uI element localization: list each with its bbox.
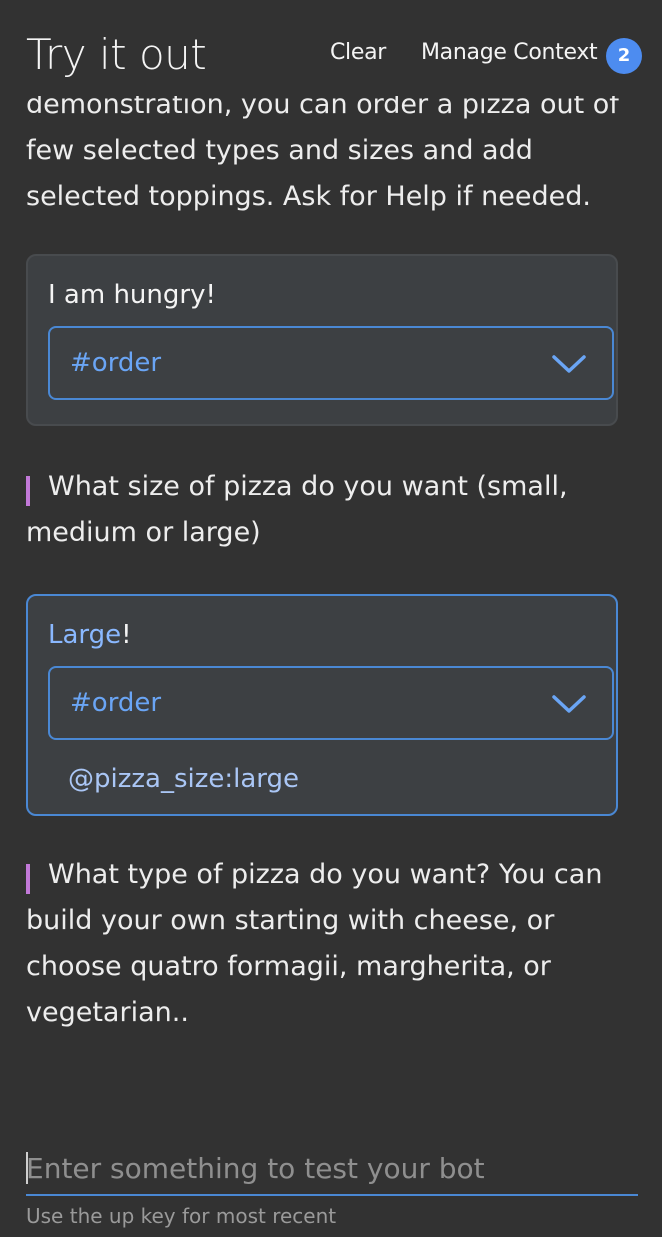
bot-message: What type of pizza do you want? You can … bbox=[26, 852, 636, 1036]
clear-button[interactable]: Clear bbox=[330, 40, 386, 65]
test-bot-input[interactable] bbox=[26, 1146, 638, 1190]
bot-message-marker bbox=[26, 864, 30, 894]
intro-text: demonstration, you can order a pizza out… bbox=[26, 89, 619, 212]
input-hint: Use the up key for most recent bbox=[26, 1204, 337, 1228]
panel-title: Try it out bbox=[26, 30, 207, 79]
manage-context-button[interactable]: Manage Context bbox=[421, 40, 598, 65]
panel-header: Try it out Clear Manage Context 2 bbox=[0, 0, 662, 96]
context-count-badge[interactable]: 2 bbox=[606, 38, 642, 74]
test-input-wrapper bbox=[26, 1146, 638, 1196]
bot-message: What size of pizza do you want (small, m… bbox=[26, 464, 636, 556]
intent-select[interactable]: #order bbox=[48, 326, 614, 400]
bot-message-text: What size of pizza do you want (small, m… bbox=[26, 471, 568, 548]
entity-highlight[interactable]: Large bbox=[48, 620, 121, 650]
text-cursor bbox=[26, 1152, 28, 1184]
user-message-card-selected[interactable]: Large! #order @pizza_size:large bbox=[26, 594, 618, 816]
intent-value: #order bbox=[70, 688, 162, 718]
entity-label[interactable]: @pizza_size:large bbox=[68, 764, 299, 794]
user-utterance: Large! bbox=[48, 620, 132, 650]
intent-value: #order bbox=[70, 348, 162, 378]
chevron-down-icon bbox=[552, 354, 586, 378]
intent-select[interactable]: #order bbox=[48, 666, 614, 740]
conversation-area: demonstration, you can order a pizza out… bbox=[0, 70, 662, 1130]
bot-message-text: What type of pizza do you want? You can … bbox=[26, 859, 603, 1028]
bot-message-marker bbox=[26, 476, 30, 506]
utterance-rest: ! bbox=[121, 620, 132, 650]
chevron-down-icon bbox=[552, 694, 586, 718]
user-message-card: I am hungry! #order bbox=[26, 254, 618, 426]
user-utterance: I am hungry! bbox=[48, 280, 216, 310]
